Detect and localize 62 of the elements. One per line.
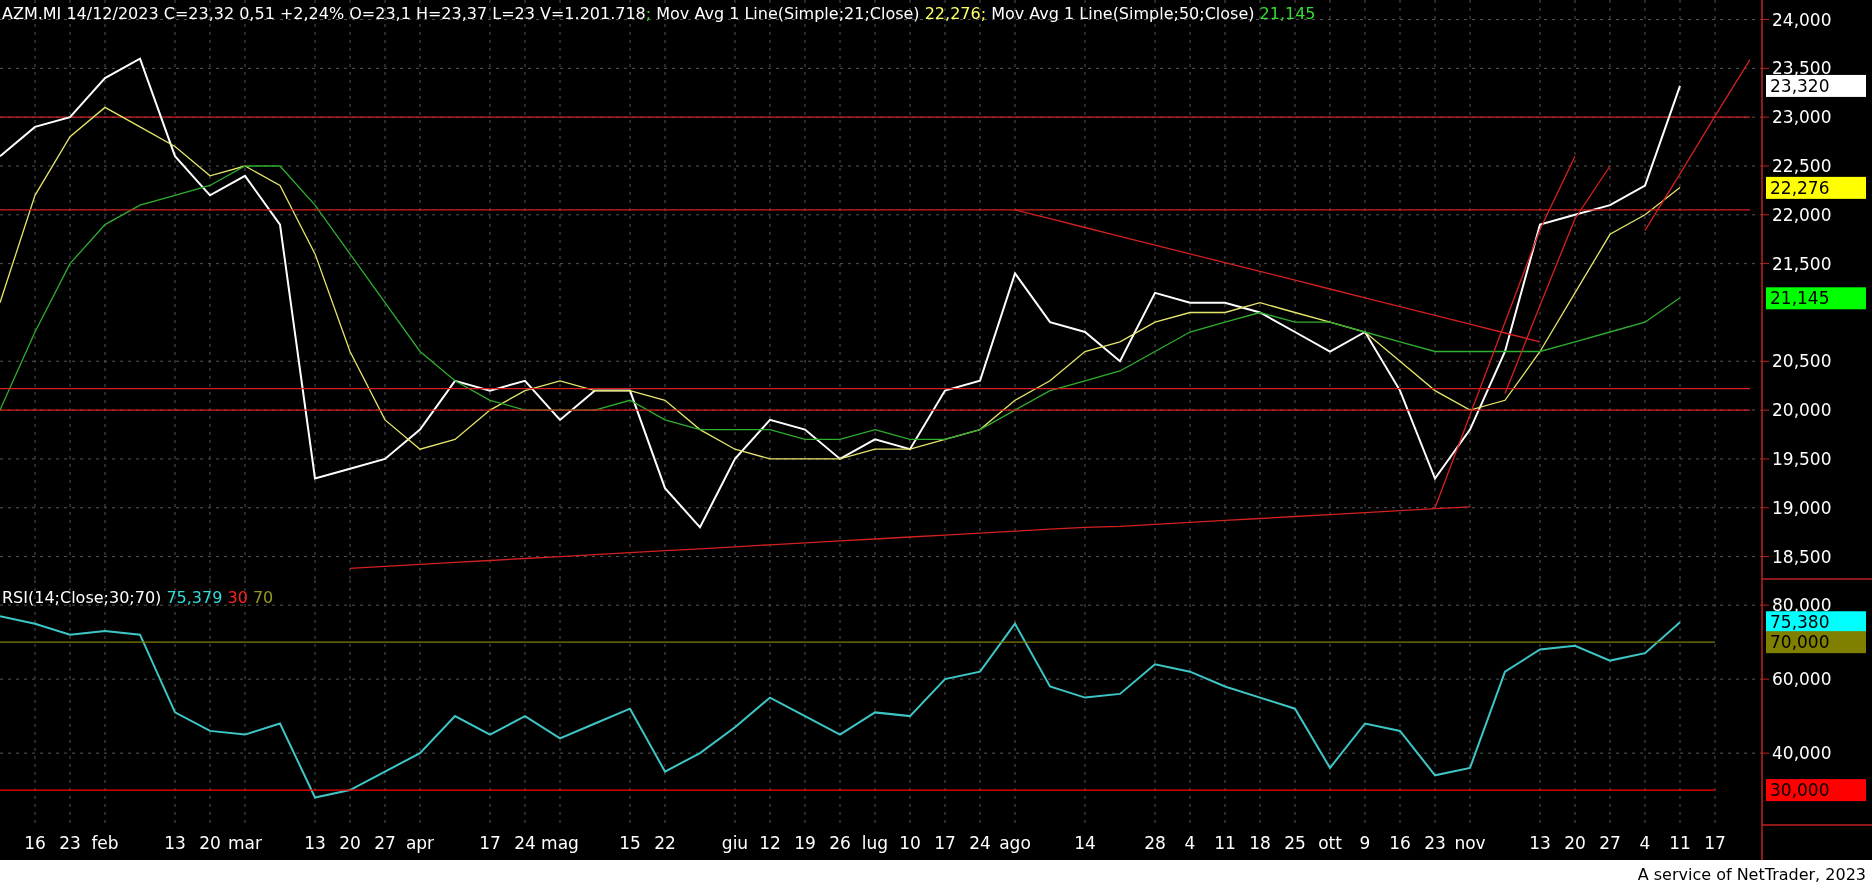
date-label: 22 — [654, 833, 676, 853]
date-label: 23 — [59, 833, 81, 853]
axis-label: 24,000 — [1772, 9, 1832, 30]
date-label: 17 — [479, 833, 501, 853]
axis-label: 20,000 — [1772, 400, 1832, 421]
axis-label: 20,500 — [1772, 351, 1832, 372]
date-label: ago — [999, 833, 1031, 853]
axis-label: 22,500 — [1772, 156, 1832, 176]
date-label: feb — [91, 833, 119, 853]
axis-label: 23,000 — [1772, 107, 1832, 128]
date-label: 13 — [304, 833, 326, 853]
date-label: 10 — [899, 833, 921, 853]
date-label: 13 — [1529, 833, 1551, 853]
axis-label: 60,000 — [1772, 669, 1832, 690]
date-label: lug — [861, 833, 889, 853]
value-marker: 30,000 — [1766, 779, 1866, 802]
date-label: 9 — [1359, 833, 1371, 853]
date-label: 23 — [1424, 833, 1446, 853]
date-label: nov — [1454, 833, 1486, 853]
date-label: 11 — [1669, 833, 1691, 853]
date-label: 20 — [1564, 833, 1586, 853]
date-label: mar — [228, 833, 262, 853]
date-label: 17 — [934, 833, 956, 853]
date-label: 15 — [619, 833, 641, 853]
date-label: 20 — [199, 833, 221, 853]
date-label: 27 — [1599, 833, 1621, 853]
footer-credit: A service of NetTrader, 2023 — [1637, 864, 1866, 884]
date-label: 28 — [1144, 833, 1166, 853]
chart-legend: AZM.MI 14/12/2023 C=23,32 0,51 +2,24% O=23,1 H=23,37 L=23 V=1.201.718; Mov Avg 1 Line(Simple;21;Close) 22,276; Mov Avg 1 Line(Simple;50;Close) 21,145 — [2, 4, 1316, 23]
axis-label: 40,000 — [1772, 743, 1832, 764]
date-label: giu — [721, 833, 749, 853]
date-label: apr — [405, 833, 435, 853]
date-label: 14 — [1074, 833, 1096, 853]
axis-label: 19,000 — [1772, 497, 1832, 518]
date-label: 4 — [1184, 833, 1196, 853]
value-marker: 75,380 — [1766, 611, 1866, 634]
date-label: ott — [1318, 833, 1342, 853]
date-label: 4 — [1639, 833, 1651, 853]
date-label: 20 — [339, 833, 361, 853]
axis-label: 22,000 — [1772, 204, 1832, 225]
date-label: 11 — [1214, 833, 1236, 853]
date-label: 24 — [514, 833, 536, 853]
date-label: 17 — [1704, 833, 1726, 853]
date-label: 26 — [829, 833, 851, 853]
chart-legend: RSI(14;Close;30;70) 75,379 30 70 — [2, 588, 274, 607]
axis-label: 18,500 — [1772, 546, 1832, 567]
date-label: 16 — [24, 833, 46, 853]
axis-label: 21,500 — [1772, 253, 1832, 274]
date-label: 16 — [1389, 833, 1411, 853]
axis-label: 19,500 — [1772, 448, 1832, 469]
date-label: 19 — [794, 833, 816, 853]
value-marker: 23,320 — [1766, 74, 1866, 97]
date-label: 24 — [969, 833, 991, 853]
date-label: mag — [541, 833, 579, 853]
date-label: 12 — [759, 833, 781, 853]
value-marker: 21,145 — [1766, 287, 1866, 310]
value-marker: 22,276 — [1766, 176, 1866, 199]
date-label: 18 — [1249, 833, 1271, 853]
value-marker: 70,000 — [1766, 631, 1866, 654]
date-label: 13 — [164, 833, 186, 853]
date-label: 25 — [1284, 833, 1306, 853]
date-label: 27 — [374, 833, 396, 853]
